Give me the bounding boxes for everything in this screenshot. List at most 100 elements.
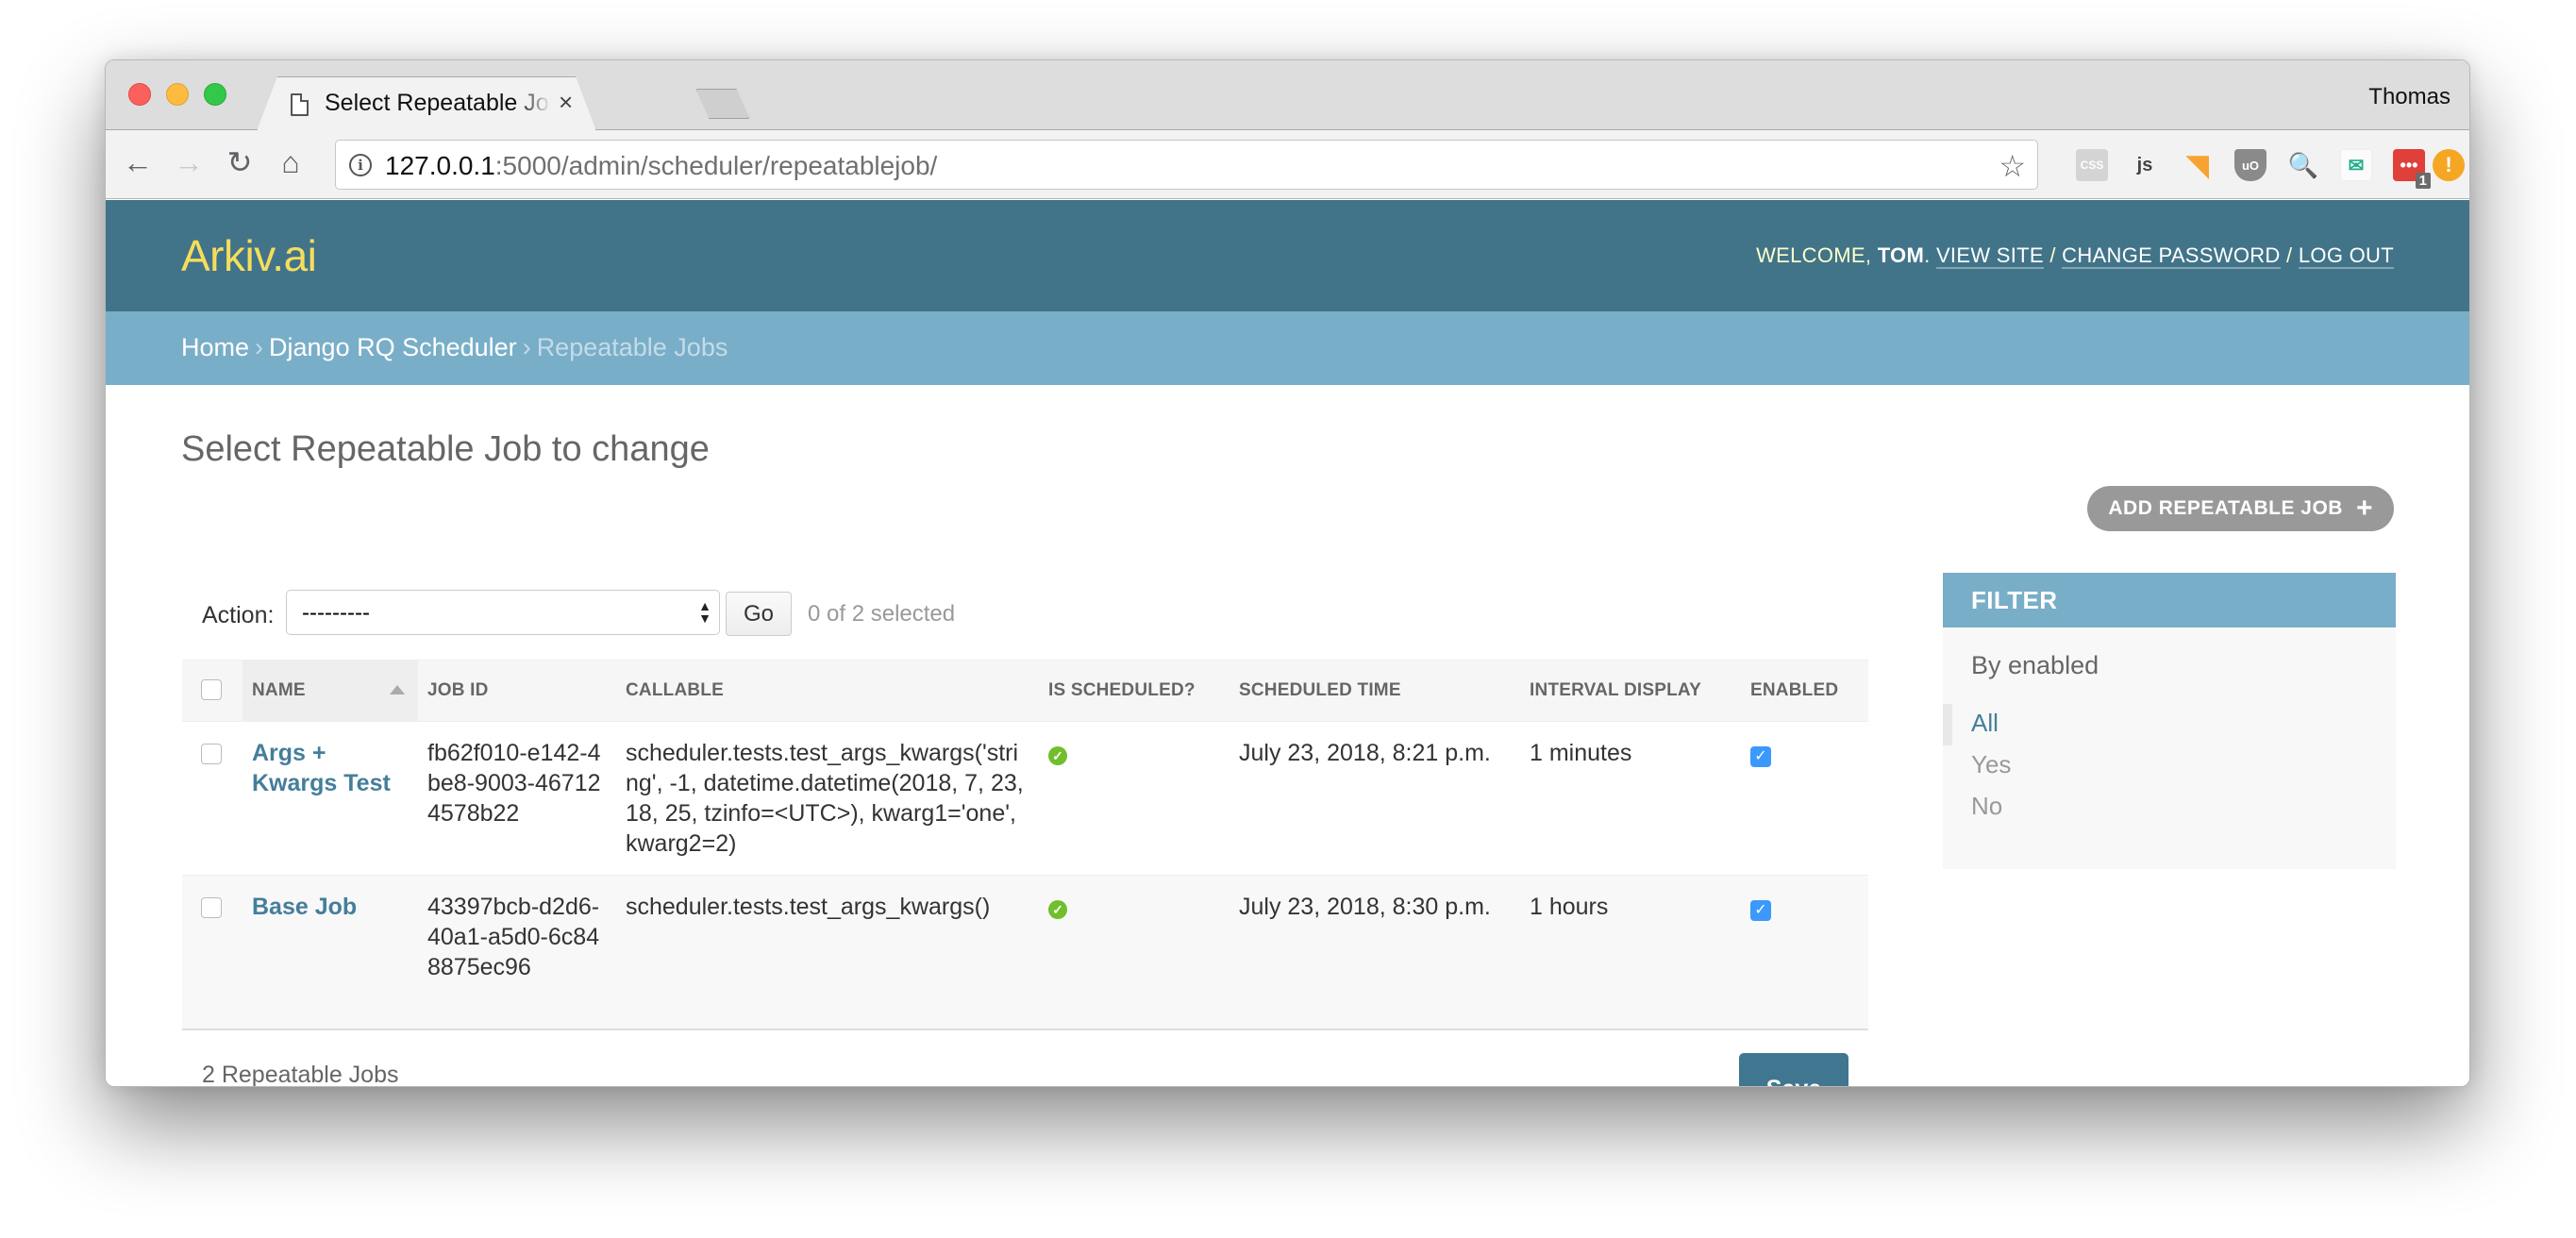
home-icon[interactable]: ⌂ xyxy=(274,145,308,179)
forward-icon[interactable]: → xyxy=(172,145,206,179)
column-header-is-scheduled: IS SCHEDULED? xyxy=(1039,660,1229,722)
filter-panel: FILTER By enabled All Yes No xyxy=(1943,573,2396,869)
column-header-interval-display: INTERVAL DISPLAY xyxy=(1520,660,1741,722)
breadcrumb-home[interactable]: Home xyxy=(181,333,249,361)
breadcrumb-separator: › xyxy=(255,333,264,361)
is-scheduled-cell: ✓ xyxy=(1039,875,1229,1030)
filter-option-all[interactable]: All xyxy=(1971,709,1999,738)
column-header-enabled[interactable]: ENABLED xyxy=(1741,660,1868,722)
extension-badge: 1 xyxy=(2415,173,2431,189)
enabled-checkbox[interactable]: ✓ xyxy=(1750,900,1771,921)
select-all-header xyxy=(182,660,243,722)
maximize-window-button[interactable] xyxy=(204,83,226,106)
page-content: Arkiv.ai WELCOME, TOM. VIEW SITE / CHANG… xyxy=(106,200,2469,1087)
breadcrumb: Home › Django RQ Scheduler › Repeatable Jobs xyxy=(106,311,2469,385)
actions-bar: Action: --------- ▲ ▼ Go 0 of 2 selected xyxy=(181,585,1867,647)
back-icon[interactable]: ← xyxy=(121,145,155,179)
breadcrumb-separator: › xyxy=(522,333,531,361)
tempmail-icon[interactable]: ✉ xyxy=(2340,149,2372,181)
is-scheduled-cell: ✓ xyxy=(1039,721,1229,876)
plus-icon: + xyxy=(2355,493,2373,524)
name-cell: Base Job xyxy=(243,875,418,1030)
browser-toolbar: ← → ↻ ⌂ i 127.0.0.1:5000/admin/scheduler… xyxy=(106,130,2469,199)
callable-cell: scheduler.tests.test_args_kwargs() xyxy=(616,875,1039,1030)
select-all-checkbox[interactable] xyxy=(201,679,222,700)
row-checkbox[interactable] xyxy=(201,897,222,918)
add-repeatable-job-button[interactable]: ADD REPEATABLE JOB + xyxy=(2087,486,2394,531)
minimize-window-button[interactable] xyxy=(166,83,189,106)
page-icon xyxy=(291,93,309,116)
column-header-name[interactable]: NAME xyxy=(243,660,418,722)
sort-ascending-icon[interactable] xyxy=(390,685,405,694)
rss-icon[interactable]: ◥ xyxy=(2182,149,2214,181)
filter-by-enabled: By enabled xyxy=(1971,651,2099,679)
change-password-link[interactable]: CHANGE PASSWORD xyxy=(2062,243,2281,269)
log-out-link[interactable]: LOG OUT xyxy=(2298,243,2394,269)
column-header-scheduled-time[interactable]: SCHEDULED TIME xyxy=(1229,660,1520,722)
username: TOM xyxy=(1877,243,1925,267)
paginator-count: 2 Repeatable Jobs xyxy=(202,1062,399,1087)
username-suffix: . xyxy=(1924,243,1931,267)
job-id: fb62f010-e142-4be8-9003-467124578b22 xyxy=(427,740,601,827)
info-icon[interactable]: i xyxy=(349,154,372,176)
row-select-cell xyxy=(182,721,243,876)
page-title: Select Repeatable Job to change xyxy=(181,429,710,469)
scheduled-yes-icon: ✓ xyxy=(1048,746,1067,765)
enabled-cell: ✓ xyxy=(1741,875,1868,1030)
lens-icon[interactable]: 🔍 xyxy=(2287,149,2319,181)
callable: scheduler.tests.test_args_kwargs() xyxy=(626,894,991,920)
separator: / xyxy=(2049,243,2056,267)
selected-count: 0 of 2 selected xyxy=(808,601,956,627)
welcome-text: WELCOME, xyxy=(1756,243,1872,267)
reload-icon[interactable]: ↻ xyxy=(223,145,257,179)
profile-name[interactable]: Thomas xyxy=(2368,84,2451,110)
filter-title: FILTER xyxy=(1943,573,2396,627)
table-row: Args + Kwargs Test fb62f010-e142-4be8-90… xyxy=(182,721,1868,876)
callable: scheduler.tests.test_args_kwargs('string… xyxy=(626,740,1024,857)
separator: / xyxy=(2286,243,2293,267)
site-brand[interactable]: Arkiv.ai xyxy=(181,230,317,281)
column-header-job-id[interactable]: JOB ID xyxy=(418,660,616,722)
new-tab-button[interactable] xyxy=(695,89,750,119)
close-window-button[interactable] xyxy=(128,83,151,106)
row-checkbox[interactable] xyxy=(201,744,222,764)
tab-content[interactable]: Select Repeatable Job to change × xyxy=(257,76,596,130)
enabled-cell: ✓ xyxy=(1741,721,1868,876)
tab-close-icon[interactable]: × xyxy=(559,88,573,117)
tab-title: Select Repeatable Job to change xyxy=(325,90,551,116)
css-validator-icon[interactable]: CSS xyxy=(2076,149,2108,181)
address-bar[interactable]: i 127.0.0.1:5000/admin/scheduler/repeata… xyxy=(335,140,2038,190)
url-text[interactable]: 127.0.0.1:5000/admin/scheduler/repeatabl… xyxy=(385,151,937,181)
job-id: 43397bcb-d2d6-40a1-a5d0-6c848875ec96 xyxy=(427,894,600,980)
callable-cell: scheduler.tests.test_args_kwargs('string… xyxy=(616,721,1039,876)
job-name-link[interactable]: Args + Kwargs Test xyxy=(252,740,391,796)
filter-option-no[interactable]: No xyxy=(1971,792,2002,821)
column-header-callable[interactable]: CALLABLE xyxy=(616,660,1039,722)
scheduled-time-cell: July 23, 2018, 8:21 p.m. xyxy=(1229,721,1520,876)
interval-display-cell: 1 minutes xyxy=(1520,721,1741,876)
selected-filter-marker xyxy=(1943,704,1952,745)
action-label: Action: xyxy=(202,602,275,628)
go-button[interactable]: Go xyxy=(726,592,792,636)
filter-option-yes[interactable]: Yes xyxy=(1971,750,2011,779)
browser-window: Select Repeatable Job to change × Thomas… xyxy=(105,59,2470,1087)
job-id-cell: 43397bcb-d2d6-40a1-a5d0-6c848875ec96 xyxy=(418,875,616,1030)
name-cell: Args + Kwargs Test xyxy=(243,721,418,876)
view-site-link[interactable]: VIEW SITE xyxy=(1935,243,2044,269)
scheduled-time-cell: July 23, 2018, 8:30 p.m. xyxy=(1229,875,1520,1030)
job-name-link[interactable]: Base Job xyxy=(252,894,357,920)
alert-icon[interactable]: ! xyxy=(2433,149,2465,181)
bookmark-star-icon[interactable]: ☆ xyxy=(1999,148,2026,184)
dots-glyph: ••• xyxy=(2400,155,2418,175)
dots-extension-icon[interactable]: ••• 1 xyxy=(2393,149,2431,189)
table-header-row: NAME JOB ID CALLABLE IS SCHEDULED? SCHED… xyxy=(182,660,1868,722)
breadcrumb-app[interactable]: Django RQ Scheduler xyxy=(269,333,517,361)
enabled-checkbox[interactable]: ✓ xyxy=(1750,746,1771,767)
interval-display-cell: 1 hours xyxy=(1520,875,1741,1030)
action-select[interactable]: --------- ▲ ▼ xyxy=(286,590,720,635)
ublock-icon[interactable]: uO xyxy=(2234,149,2267,181)
js-icon[interactable]: js xyxy=(2129,149,2161,181)
column-label: NAME xyxy=(252,680,306,700)
breadcrumb-current: Repeatable Jobs xyxy=(536,333,728,361)
save-button[interactable]: Save xyxy=(1739,1053,1848,1086)
